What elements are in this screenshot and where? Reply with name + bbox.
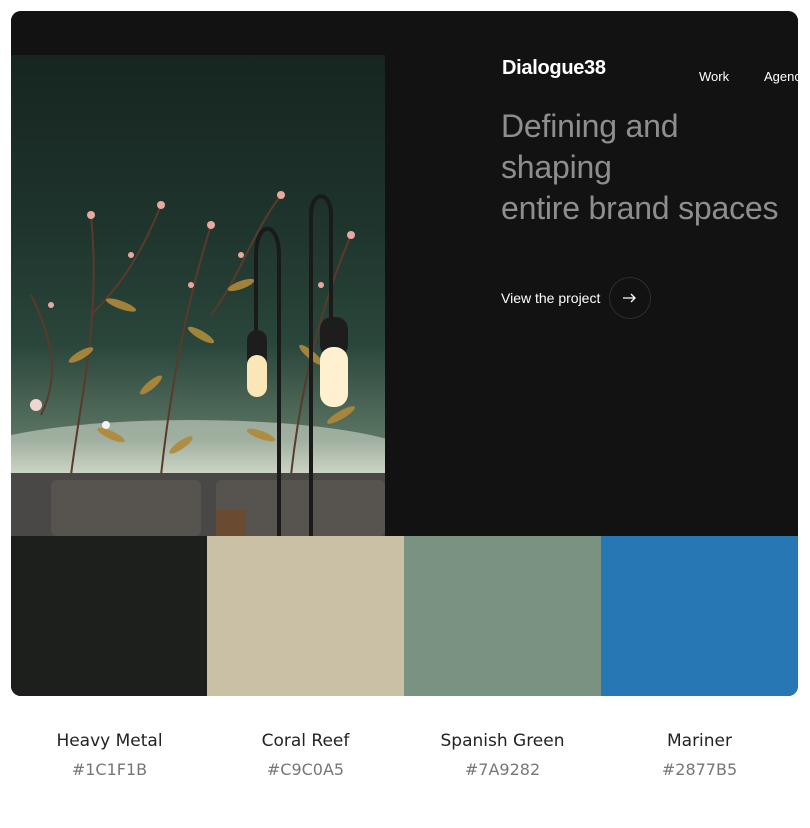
- headline-line: entire brand spaces: [501, 190, 779, 226]
- arrow-right-icon[interactable]: [609, 277, 652, 319]
- headline-line: shaping: [501, 149, 612, 185]
- color-swatch-heavy-metal[interactable]: [11, 536, 207, 696]
- color-name: Spanish Green: [440, 731, 565, 751]
- palette-card: Dialogue38 Work Agenc Defining and shapi…: [11, 11, 798, 696]
- color-swatch-coral-reef[interactable]: [207, 536, 404, 696]
- color-swatch-mariner[interactable]: [601, 536, 798, 696]
- color-hex[interactable]: #7A9282: [404, 760, 601, 779]
- color-name: Heavy Metal: [56, 731, 163, 751]
- color-label: Spanish Green #7A9282: [404, 731, 601, 779]
- color-swatch-spanish-green[interactable]: [404, 536, 601, 696]
- floral-wallpaper-illustration: [11, 191, 385, 536]
- color-hex[interactable]: #1C1F1B: [11, 760, 208, 779]
- color-label: Mariner #2877B5: [601, 731, 798, 779]
- nav-link-work[interactable]: Work: [699, 69, 729, 84]
- headline-line: Defining and: [501, 108, 679, 144]
- nav-link-agency[interactable]: Agenc: [764, 69, 798, 84]
- hero-photo: [11, 55, 385, 536]
- view-project-label: View the project: [501, 290, 601, 306]
- color-hex[interactable]: #C9C0A5: [207, 760, 404, 779]
- color-name: Coral Reef: [261, 731, 350, 751]
- color-name: Mariner: [666, 731, 733, 751]
- hero-headline: Defining and shaping entire brand spaces: [501, 106, 798, 229]
- website-preview: Dialogue38 Work Agenc Defining and shapi…: [11, 11, 798, 536]
- color-hex[interactable]: #2877B5: [601, 760, 798, 779]
- view-project-button[interactable]: View the project: [501, 277, 652, 319]
- brand-logo[interactable]: Dialogue38: [502, 57, 606, 80]
- color-label: Coral Reef #C9C0A5: [207, 731, 404, 779]
- color-label: Heavy Metal #1C1F1B: [11, 731, 208, 779]
